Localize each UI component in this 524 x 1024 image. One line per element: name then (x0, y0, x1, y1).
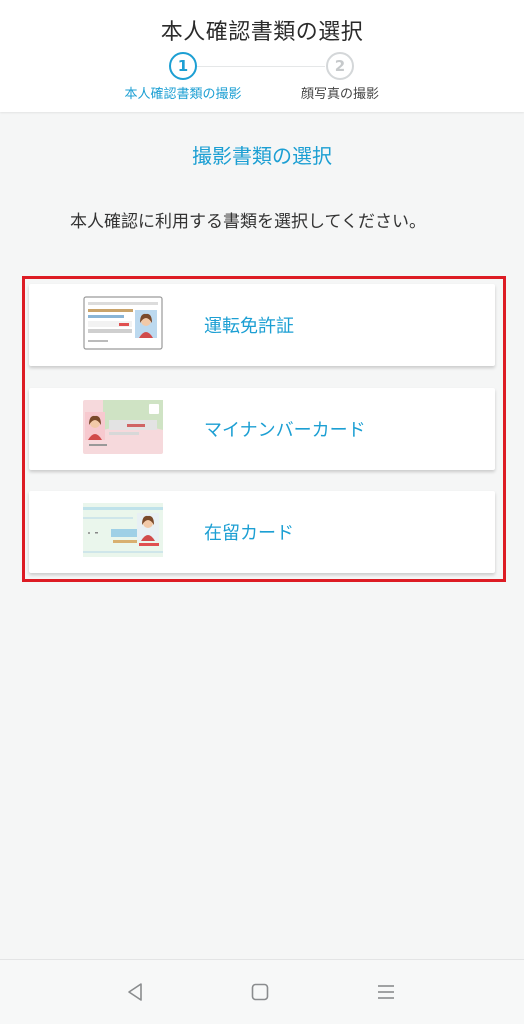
step-2: 2 顔写真の撮影 (260, 52, 420, 102)
progress-stepper: 1 本人確認書類の撮影 2 顔写真の撮影 (0, 52, 524, 102)
document-label-residence-card: 在留カード (204, 523, 294, 544)
document-option-drivers-license[interactable]: 運転免許証 (29, 284, 495, 366)
step-2-label: 顔写真の撮影 (300, 87, 379, 102)
step-2-number: 2 (326, 52, 354, 80)
section-title: 撮影書類の選択 (192, 144, 332, 168)
document-label-drivers-license: 運転免許証 (204, 316, 294, 337)
back-triangle-icon (128, 983, 142, 1001)
menu-lines-icon (378, 985, 394, 999)
home-button[interactable] (246, 978, 274, 1006)
home-square-icon (251, 983, 269, 1001)
step-1-label: 本人確認書類の撮影 (124, 87, 242, 102)
drivers-license-card-icon (83, 296, 163, 350)
residence-card-icon (83, 503, 163, 557)
document-option-residence-card[interactable]: 在留カード (29, 491, 495, 573)
page-title: 本人確認書類の選択 (160, 20, 364, 45)
step-1: 1 本人確認書類の撮影 (103, 52, 263, 102)
document-option-my-number-card[interactable]: マイナンバーカード (29, 388, 495, 470)
header: 本人確認書類の選択 1 本人確認書類の撮影 2 顔写真の撮影 (0, 0, 524, 112)
step-1-number: 1 (169, 52, 197, 80)
document-label-my-number-card: マイナンバーカード (204, 420, 366, 441)
my-number-card-icon (83, 400, 163, 454)
menu-button[interactable] (372, 978, 400, 1006)
instruction-text: 本人確認に利用する書類を選択してください。 (70, 212, 426, 232)
back-button[interactable] (121, 978, 149, 1006)
system-navigation-bar (0, 959, 524, 1024)
page: 本人確認書類の選択 1 本人確認書類の撮影 2 顔写真の撮影 撮影書類の選択 本… (0, 0, 524, 1024)
